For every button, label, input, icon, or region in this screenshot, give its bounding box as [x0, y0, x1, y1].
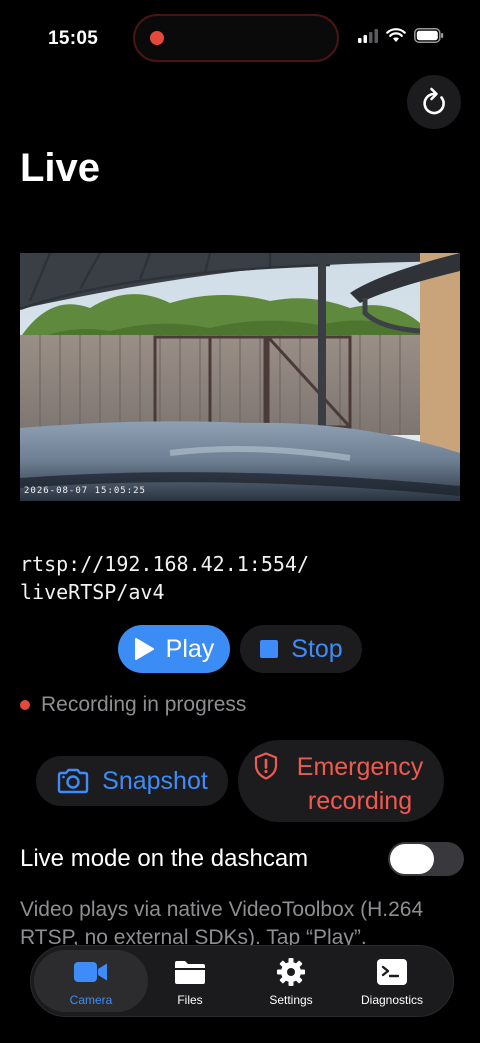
- tab-settings-label: Settings: [269, 993, 313, 1007]
- tab-files[interactable]: Files: [140, 956, 240, 1007]
- stop-icon: [260, 640, 279, 658]
- gear-icon: [277, 958, 305, 986]
- play-icon: [134, 638, 154, 660]
- play-button-label: Play: [165, 634, 215, 663]
- refresh-icon: [423, 87, 445, 115]
- live-video-view[interactable]: 2026-08-07 15:05:25: [20, 253, 460, 501]
- snapshot-button[interactable]: Snapshot: [36, 756, 228, 806]
- camera-icon: [57, 768, 89, 794]
- refresh-button[interactable]: [407, 75, 461, 129]
- stop-button-label: Stop: [291, 634, 343, 663]
- tab-diagnostics-label: Diagnostics: [360, 993, 424, 1007]
- recording-status-text: Recording in progress: [41, 693, 247, 716]
- recording-status: Recording in progress: [20, 693, 246, 717]
- cellular-signal-icon: [358, 28, 378, 43]
- wifi-icon: [386, 28, 406, 42]
- live-mode-toggle[interactable]: [388, 842, 464, 876]
- status-icons: [358, 28, 444, 43]
- camera-feed-image: [20, 253, 460, 501]
- folder-icon: [175, 961, 205, 984]
- tab-diagnostics[interactable]: Diagnostics: [342, 956, 442, 1007]
- tab-bar: Camera Files Settings Diagnostics: [30, 945, 454, 1017]
- stream-url-text: rtsp://192.168.42.1:554/ liveRTSP/av4: [20, 552, 309, 604]
- tab-camera-label: Camera: [69, 993, 113, 1007]
- dynamic-island: [133, 14, 339, 62]
- tab-settings[interactable]: Settings: [241, 956, 341, 1007]
- stop-button[interactable]: Stop: [240, 625, 362, 673]
- shield-alert-icon: [254, 752, 278, 780]
- emergency-recording-label: Emergency recording: [296, 753, 424, 815]
- snapshot-button-label: Snapshot: [102, 766, 208, 795]
- stream-url: rtsp://192.168.42.1:554/ liveRTSP/av4: [20, 550, 400, 606]
- terminal-icon: [377, 959, 407, 985]
- tab-files-label: Files: [177, 993, 203, 1007]
- status-time: 15:05: [48, 28, 99, 49]
- recording-dot-icon: [20, 700, 30, 710]
- play-button[interactable]: Play: [118, 625, 230, 673]
- recording-indicator-dot: [150, 31, 164, 45]
- toggle-knob: [390, 844, 434, 874]
- page-title: Live: [20, 146, 101, 190]
- video-camera-icon: [74, 962, 107, 982]
- tab-camera[interactable]: Camera: [41, 956, 141, 1007]
- status-bar: 15:05: [0, 0, 480, 80]
- battery-icon: [414, 28, 444, 43]
- live-mode-label: Live mode on the dashcam: [20, 845, 309, 872]
- video-timestamp-overlay: 2026-08-07 15:05:25: [24, 486, 146, 496]
- emergency-recording-button[interactable]: Emergency recording: [238, 740, 444, 822]
